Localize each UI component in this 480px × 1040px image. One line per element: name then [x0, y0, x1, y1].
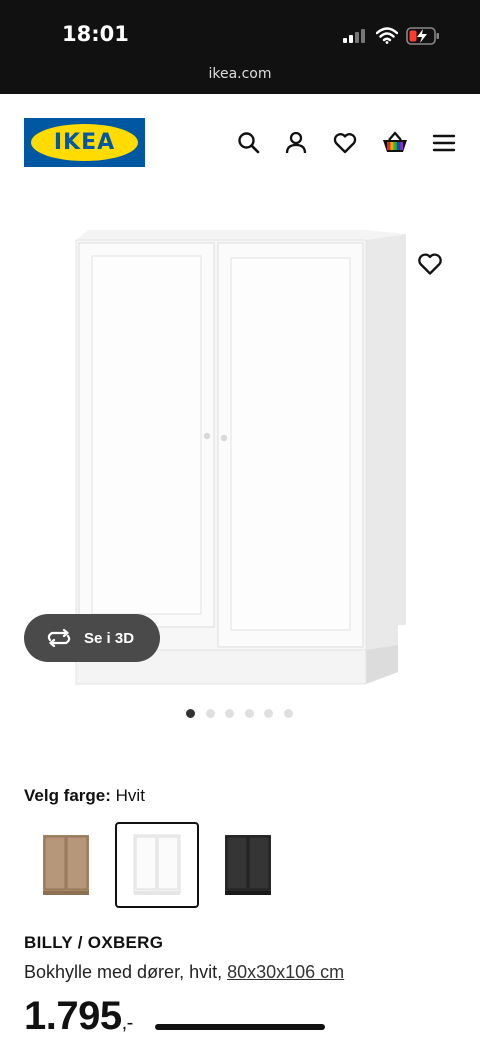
product-description: Bokhylle med dører, hvit, 80x30x106 cm — [24, 962, 345, 982]
home-indicator — [155, 1024, 325, 1030]
view-in-3d-button[interactable]: Se i 3D — [24, 614, 160, 662]
gallery-dot[interactable] — [225, 709, 234, 718]
search-icon[interactable] — [236, 130, 262, 156]
gallery-dot[interactable] — [186, 709, 195, 718]
product-price: 1.795,- — [24, 994, 133, 1039]
rotate-3d-icon — [47, 629, 71, 647]
menu-icon[interactable] — [431, 130, 457, 156]
product-name: BILLY / OXBERG — [24, 933, 164, 952]
price-amount: 1.795 — [24, 994, 122, 1038]
color-label: Velg farge: — [24, 786, 111, 805]
gallery-pagination[interactable] — [186, 709, 303, 718]
gallery-dot[interactable] — [283, 709, 293, 718]
color-swatches — [24, 822, 480, 908]
product-dimensions-link[interactable]: 80x30x106 cm — [227, 962, 344, 982]
gallery-dot[interactable] — [205, 709, 215, 718]
ikea-logo[interactable]: IKEA — [24, 118, 145, 167]
swatch-walnut[interactable] — [24, 822, 108, 908]
swatch-black[interactable] — [206, 822, 290, 908]
battery-icon — [406, 27, 439, 45]
price-suffix: ,- — [121, 1012, 134, 1034]
status-bar: 18:01 ikea.com — [0, 0, 480, 94]
site-header: IKEA — [0, 94, 480, 190]
status-time: 18:01 — [62, 22, 129, 46]
color-selector-label: Velg farge: Hvit — [24, 786, 145, 806]
basket-icon[interactable] — [381, 130, 409, 156]
signal-icon — [343, 29, 369, 43]
profile-icon[interactable] — [283, 130, 309, 156]
gallery-dot[interactable] — [244, 709, 254, 718]
gallery-dot[interactable] — [264, 709, 273, 718]
url-bar[interactable]: ikea.com — [0, 66, 480, 82]
save-favourite-icon[interactable] — [416, 250, 444, 278]
view-in-3d-label: Se i 3D — [84, 629, 135, 647]
swatch-white[interactable] — [115, 822, 199, 908]
wifi-icon — [376, 27, 398, 44]
color-value: Hvit — [115, 786, 145, 805]
heart-icon[interactable] — [332, 130, 358, 156]
